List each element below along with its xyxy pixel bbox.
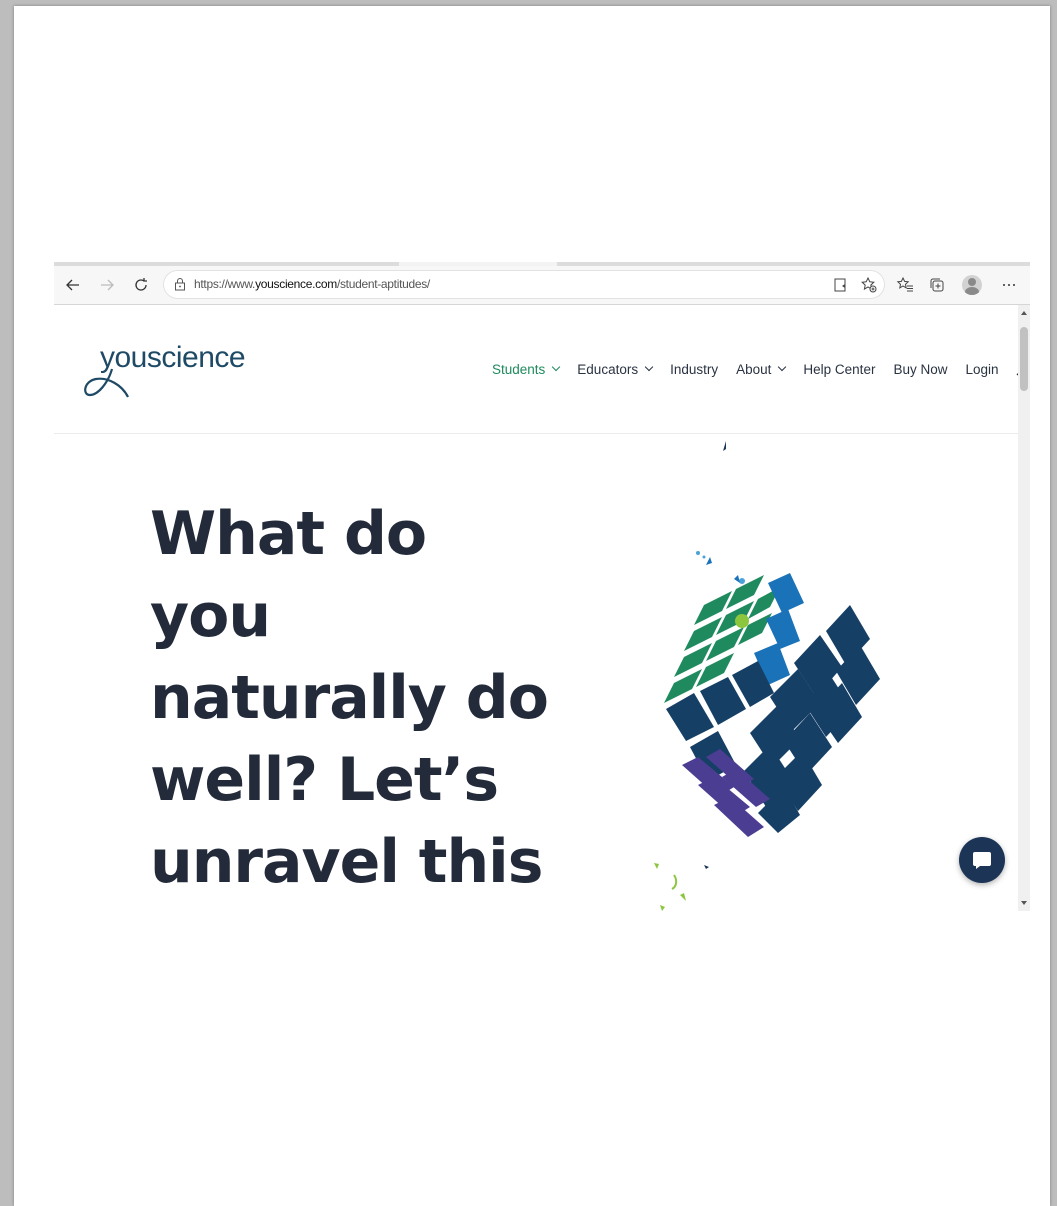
more-icon[interactable]: [998, 274, 1020, 296]
nav-help-center[interactable]: Help Center: [803, 362, 875, 377]
nav-educators[interactable]: Educators: [577, 361, 654, 377]
nav-students[interactable]: Students: [492, 361, 561, 377]
forward-icon[interactable]: [96, 274, 118, 296]
url-path: /student-aptitudes/: [336, 277, 430, 291]
scroll-down-arrow-icon[interactable]: [1021, 901, 1027, 905]
nav-label: Educators: [577, 361, 639, 377]
url-text: https://www.youscience.com/student-aptit…: [194, 277, 430, 291]
add-favorite-icon[interactable]: [858, 274, 880, 296]
logo-text: youscience: [100, 341, 246, 374]
favorites-icon[interactable]: [894, 274, 916, 296]
scrollbar-thumb[interactable]: [1020, 327, 1028, 391]
nav-login[interactable]: Login: [965, 362, 998, 377]
nav-label: Buy Now: [893, 361, 948, 377]
nav-industry[interactable]: Industry: [670, 362, 718, 377]
nav-label: About: [736, 361, 772, 377]
page-viewport: youscience Students Educators Industry A…: [54, 305, 1018, 911]
chat-bubble-icon: [973, 852, 991, 869]
main-nav: Students Educators Industry About Help C…: [492, 360, 1018, 378]
collections-icon[interactable]: [926, 274, 948, 296]
nav-about[interactable]: About: [736, 361, 787, 377]
lock-icon[interactable]: [174, 277, 186, 291]
chevron-down-icon: [552, 362, 561, 372]
back-icon[interactable]: [62, 274, 84, 296]
logo[interactable]: youscience: [82, 339, 252, 403]
hero-title: What do you naturally do well? Let’s unr…: [150, 499, 549, 911]
browser-toolbar: https://www.youscience.com/student-aptit…: [54, 266, 1030, 305]
profile-icon[interactable]: [962, 275, 982, 295]
read-aloud-icon[interactable]: [830, 274, 852, 296]
site-header: youscience Students Educators Industry A…: [54, 305, 1018, 434]
nav-label: Login: [965, 361, 999, 377]
nav-label: Industry: [670, 361, 719, 377]
chevron-down-icon: [778, 362, 787, 372]
chevron-down-icon: [644, 362, 654, 372]
rubiks-cube-illustration: [654, 441, 880, 911]
url-domain: youscience.com: [255, 277, 337, 291]
nav-label: Students: [492, 361, 546, 377]
page-scrollbar[interactable]: [1018, 305, 1030, 911]
url-prefix: https://www.: [194, 277, 256, 291]
scroll-up-arrow-icon[interactable]: [1021, 311, 1027, 315]
nav-buy-now[interactable]: Buy Now: [893, 362, 947, 377]
chat-button[interactable]: [959, 837, 1005, 883]
address-bar[interactable]: https://www.youscience.com/student-aptit…: [164, 271, 884, 298]
refresh-icon[interactable]: [130, 274, 152, 296]
nav-label: Help Center: [803, 361, 876, 377]
